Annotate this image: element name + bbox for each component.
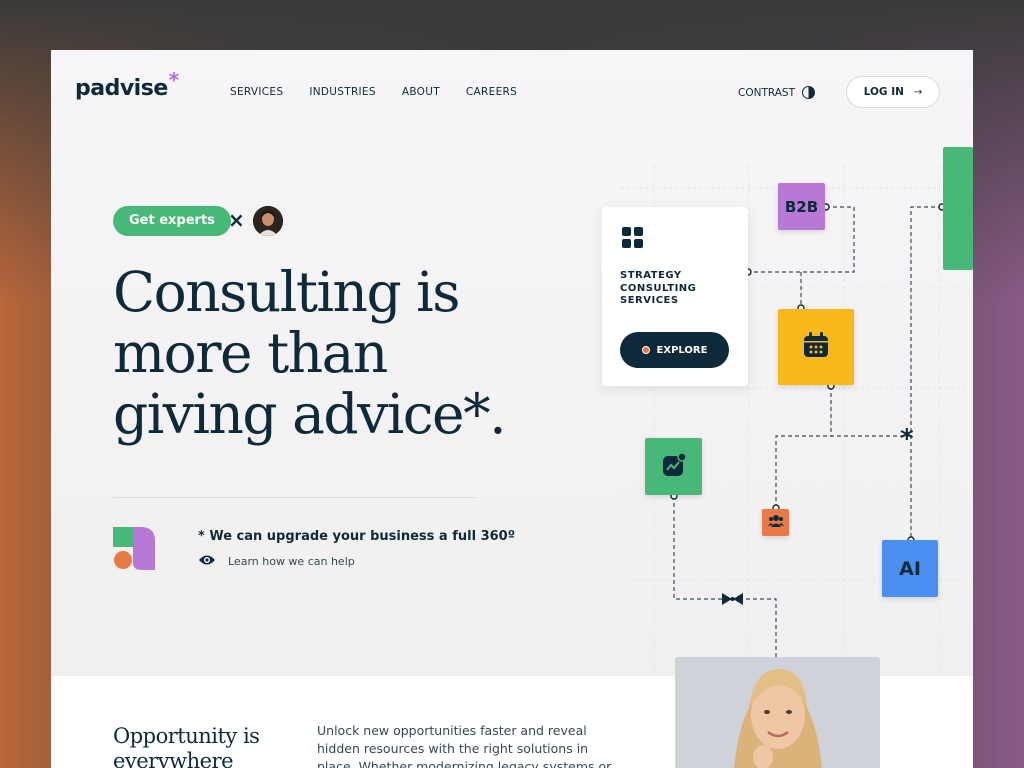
card-title: STRATEGY CONSULTING SERVICES [620, 270, 697, 306]
explore-button[interactable]: EXPLORE [620, 332, 729, 368]
trending-chart-icon [662, 451, 687, 481]
opportunity-title-line-2: everywhere [113, 749, 234, 768]
calendar-tile [778, 309, 854, 385]
b2b-tile: B2B [778, 183, 825, 230]
ai-tile: AI [882, 540, 938, 597]
svg-text:*: * [900, 424, 914, 454]
team-tile [762, 509, 789, 536]
grid-icon [622, 227, 644, 253]
calendar-icon [803, 332, 829, 362]
consultant-photo [675, 657, 880, 768]
website-page: padvise* SERVICES INDUSTRIES ABOUT CAREE… [51, 50, 973, 768]
opportunity-body: Unlock new opportunities faster and reve… [317, 723, 612, 768]
chart-tile [645, 438, 702, 495]
explore-label: EXPLORE [656, 344, 708, 356]
green-tile [943, 147, 973, 270]
dot-icon [641, 346, 650, 354]
opportunity-title: Opportunity is everywhere [113, 724, 260, 768]
strategy-card: STRATEGY CONSULTING SERVICES EXPLORE [602, 207, 748, 386]
opportunity-title-line-1: Opportunity is [113, 724, 260, 748]
team-icon [767, 513, 784, 532]
